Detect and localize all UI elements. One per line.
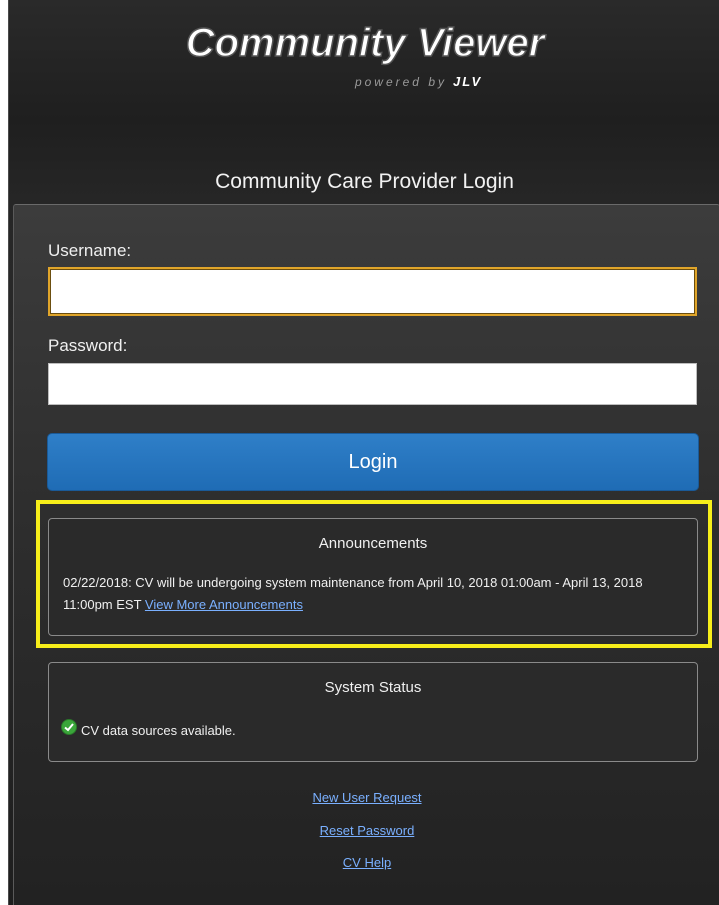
password-input[interactable] (48, 363, 697, 405)
reset-password-item: Reset Password (14, 823, 719, 838)
password-label: Password: (48, 336, 128, 355)
login-panel: Username: Password: Login Announcements … (13, 204, 719, 905)
login-button[interactable]: Login (47, 433, 699, 491)
system-status-title: System Status (324, 679, 422, 696)
logo: Community Viewer powered by JLV (9, 14, 719, 94)
view-more-announcements-link[interactable]: View More Announcements (145, 597, 303, 612)
cv-help-item: CV Help (14, 855, 719, 870)
login-page: Community Viewer powered by JLV Communit… (8, 0, 719, 905)
reset-password-link[interactable]: Reset Password (320, 823, 415, 838)
logo-title: Community Viewer (185, 21, 546, 65)
username-input[interactable] (48, 267, 697, 316)
new-user-request-item: New User Request (14, 790, 719, 805)
announcement-text: 02/22/2018: CV will be undergoing system… (63, 572, 683, 616)
announcements-title: Announcements (318, 535, 428, 552)
system-status-box: System Status CV data sources available. (48, 662, 698, 762)
logo-jlv: JLV (453, 74, 482, 89)
username-label: Username: (48, 241, 132, 260)
page-title: Community Care Provider Login (215, 170, 514, 193)
status-row: CV data sources available. (61, 719, 683, 738)
logo-powered-by: powered by (353, 75, 446, 89)
status-message: CV data sources available. (81, 722, 236, 738)
check-circle-icon (61, 719, 77, 735)
announcements-box: Announcements 02/22/2018: CV will be und… (48, 518, 698, 636)
new-user-request-link[interactable]: New User Request (312, 790, 421, 805)
cv-help-link[interactable]: CV Help (343, 855, 391, 870)
